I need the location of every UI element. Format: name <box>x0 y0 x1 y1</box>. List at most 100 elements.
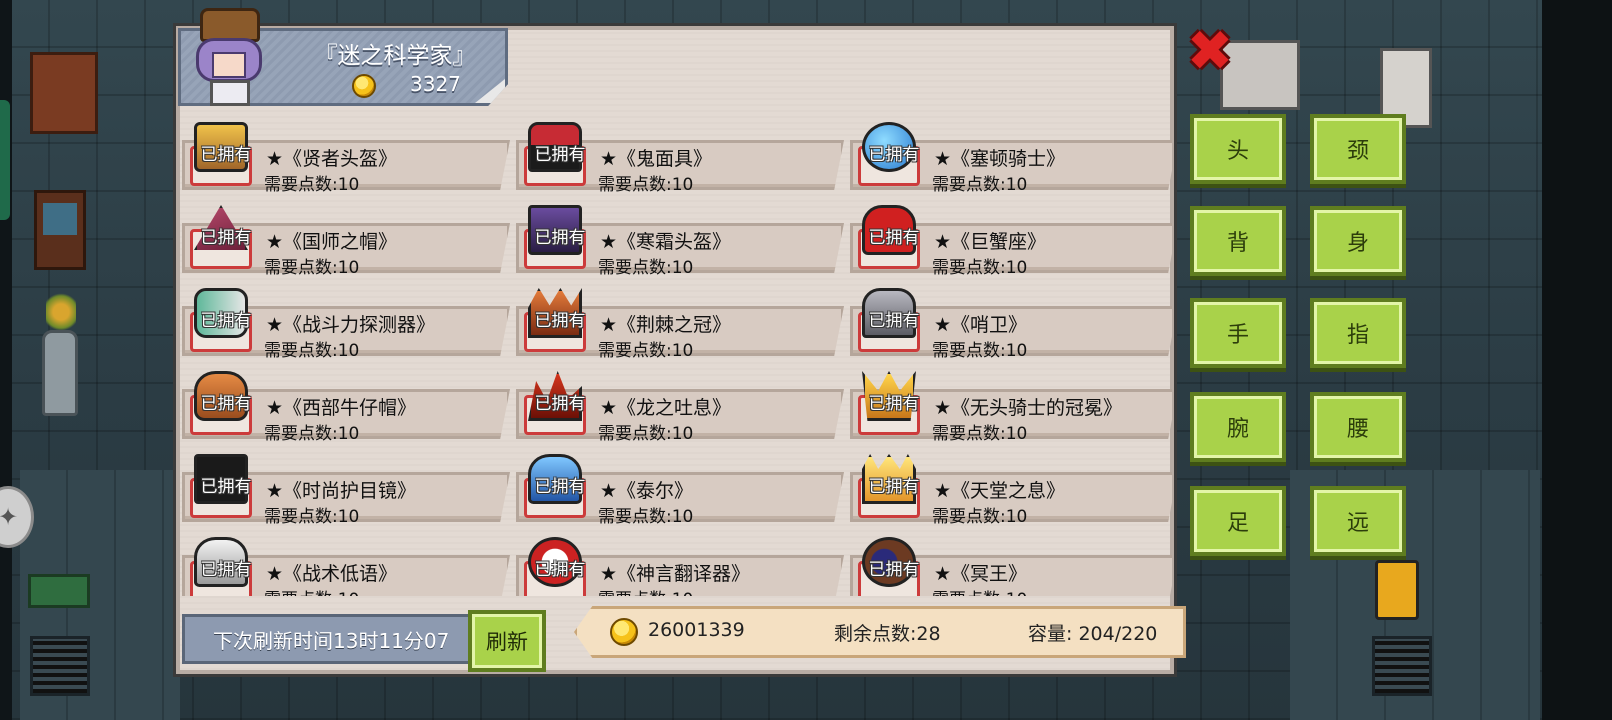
shop-item[interactable]: 已拥有 ★《巨蟹座》 需要点数:10 <box>850 197 1172 279</box>
category-back-button[interactable]: 背 <box>1190 206 1286 276</box>
item-cost: 需要点数:10 <box>932 175 1028 195</box>
item-cost: 需要点数:10 <box>932 258 1028 278</box>
shop-item[interactable]: 已拥有 ★《国师之帽》 需要点数:10 <box>182 197 512 279</box>
category-neck-button[interactable]: 颈 <box>1310 114 1406 184</box>
item-cost: 需要点数:10 <box>264 258 360 278</box>
category-ranged-button[interactable]: 远 <box>1310 486 1406 556</box>
shop-item[interactable]: 已拥有 ★《龙之吐息》 需要点数:10 <box>516 363 846 445</box>
shopkeeper-avatar <box>192 8 266 108</box>
item-name: ★《国师之帽》 <box>266 231 398 253</box>
shop-item[interactable]: 已拥有 ★《天堂之息》 需要点数:10 <box>850 446 1172 528</box>
refresh-button[interactable]: 刷新 <box>468 610 546 672</box>
owned-badge: 已拥有 <box>868 228 920 248</box>
category-foot-button[interactable]: 足 <box>1190 486 1286 556</box>
item-cost: 需要点数:10 <box>598 341 694 361</box>
shop-item[interactable]: 已拥有 ★《冥王》需要点数:10 <box>850 529 1172 596</box>
item-name: ★《荆棘之冠》 <box>600 314 732 336</box>
background-floor-grate-right <box>1372 636 1432 696</box>
item-name: ★《时尚护目镜》 <box>266 480 417 502</box>
coin-icon <box>352 74 376 98</box>
item-name: ★《战术低语》 <box>266 563 398 585</box>
shop-item[interactable]: 已拥有 ★《泰尔》 需要点数:10 <box>516 446 846 528</box>
item-cost: 需要点数:10 <box>264 585 359 596</box>
left-edge-tab <box>0 100 10 220</box>
owned-badge: 已拥有 <box>868 311 920 331</box>
item-name: ★《神言翻译器》 <box>600 563 751 585</box>
owned-badge: 已拥有 <box>868 560 920 580</box>
category-waist-button[interactable]: 腰 <box>1310 392 1406 462</box>
item-cost: 需要点数:10 <box>932 341 1028 361</box>
shop-item[interactable]: 已拥有 ★《哨卫》需要点数:10 <box>850 280 1172 362</box>
close-icon: ✖ <box>1186 19 1234 84</box>
refresh-timer: 下次刷新时间13时11分07 <box>182 614 472 664</box>
shop-item[interactable]: 已拥有 ★《无头骑士的冠冕》 需要点数:10 <box>850 363 1172 445</box>
item-name: ★《巨蟹座》 <box>934 231 1047 253</box>
owned-badge: 已拥有 <box>200 228 252 248</box>
shopkeeper-face <box>212 52 246 78</box>
shopkeeper-body <box>210 80 250 106</box>
item-name: ★《龙之吐息》 <box>600 397 732 419</box>
background-floor-grate <box>30 636 90 696</box>
shop-coin-count: 3327 <box>410 72 461 96</box>
shop-item[interactable]: 已拥有 ★《鬼面具》 需要点数:10 <box>516 114 846 196</box>
item-name: ★《天堂之息》 <box>934 480 1066 502</box>
item-cost: 需要点数:10 <box>932 585 1027 596</box>
item-cost: 需要点数:10 <box>598 424 694 444</box>
item-cost: 需要点数:10 <box>264 175 360 195</box>
shop-item[interactable]: 已拥有 ★《战术低语》需要点数:10 <box>182 529 512 596</box>
category-body-button[interactable]: 身 <box>1310 206 1406 276</box>
screen-edge-right <box>1542 0 1612 720</box>
remaining-points: 剩余点数:28 <box>834 623 941 645</box>
shop-item[interactable]: 已拥有 ★《神言翻译器》需要点数:10 <box>516 529 846 596</box>
coin-icon <box>610 618 638 646</box>
shop-item[interactable]: 已拥有 ★《荆棘之冠》 需要点数:10 <box>516 280 846 362</box>
item-cost: 需要点数:10 <box>598 258 694 278</box>
item-name: ★《哨卫》 <box>934 314 1028 336</box>
shop-item[interactable]: 已拥有 ★《西部牛仔帽》 需要点数:10 <box>182 363 512 445</box>
owned-badge: 已拥有 <box>534 145 586 165</box>
background-cabinet <box>30 52 98 134</box>
owned-badge: 已拥有 <box>200 145 252 165</box>
shopkeeper-hat <box>200 8 260 42</box>
item-cost: 需要点数:10 <box>264 341 360 361</box>
capacity: 容量: 204/220 <box>1028 623 1158 645</box>
background-plant <box>46 290 76 334</box>
owned-badge: 已拥有 <box>200 477 252 497</box>
item-cost: 需要点数:10 <box>264 507 360 527</box>
item-grid: 已拥有 ★《贤者头盔》 需要点数:10 已拥有 ★《鬼面具》 需要点数:10 已拥有 ★《塞顿… <box>182 112 1172 596</box>
owned-badge: 已拥有 <box>200 394 252 414</box>
owned-badge: 已拥有 <box>868 145 920 165</box>
category-wrist-button[interactable]: 腕 <box>1190 392 1286 462</box>
shop-item[interactable]: 已拥有 ★《战斗力探测器》 需要点数:10 <box>182 280 512 362</box>
item-name: ★《冥王》 <box>934 563 1028 585</box>
owned-badge: 已拥有 <box>200 560 252 580</box>
background-vase <box>42 330 78 416</box>
category-head-button[interactable]: 头 <box>1190 114 1286 184</box>
item-name: ★《塞顿骑士》 <box>934 148 1066 170</box>
item-name: ★《寒霜头盔》 <box>600 231 732 253</box>
owned-badge: 已拥有 <box>868 477 920 497</box>
owned-badge: 已拥有 <box>534 311 586 331</box>
owned-badge: 已拥有 <box>534 560 586 580</box>
shop-title: 『迷之科学家』 <box>314 43 476 69</box>
shop-item[interactable]: 已拥有 ★《贤者头盔》 需要点数:10 <box>182 114 512 196</box>
close-button[interactable]: ✖ <box>1184 19 1236 84</box>
category-hand-button[interactable]: 手 <box>1190 298 1286 368</box>
item-name: ★《西部牛仔帽》 <box>266 397 417 419</box>
owned-badge: 已拥有 <box>534 228 586 248</box>
owned-badge: 已拥有 <box>200 311 252 331</box>
shop-item[interactable]: 已拥有 ★《寒霜头盔》 需要点数:10 <box>516 197 846 279</box>
owned-badge: 已拥有 <box>534 394 586 414</box>
shop-item[interactable]: 已拥有 ★《塞顿骑士》 需要点数:10 <box>850 114 1172 196</box>
item-name: ★《泰尔》 <box>600 480 694 502</box>
shop-item[interactable]: 已拥有 ★《时尚护目镜》 需要点数:10 <box>182 446 512 528</box>
item-cost: 需要点数:10 <box>264 424 360 444</box>
item-cost: 需要点数:10 <box>598 175 694 195</box>
background-chair <box>34 190 86 270</box>
item-name: ★《无头骑士的冠冕》 <box>934 397 1123 419</box>
puzzle-icon: ✦ <box>0 503 19 531</box>
owned-badge: 已拥有 <box>868 394 920 414</box>
item-name: ★《贤者头盔》 <box>266 148 398 170</box>
category-finger-button[interactable]: 指 <box>1310 298 1406 368</box>
item-cost: 需要点数:10 <box>598 585 693 596</box>
